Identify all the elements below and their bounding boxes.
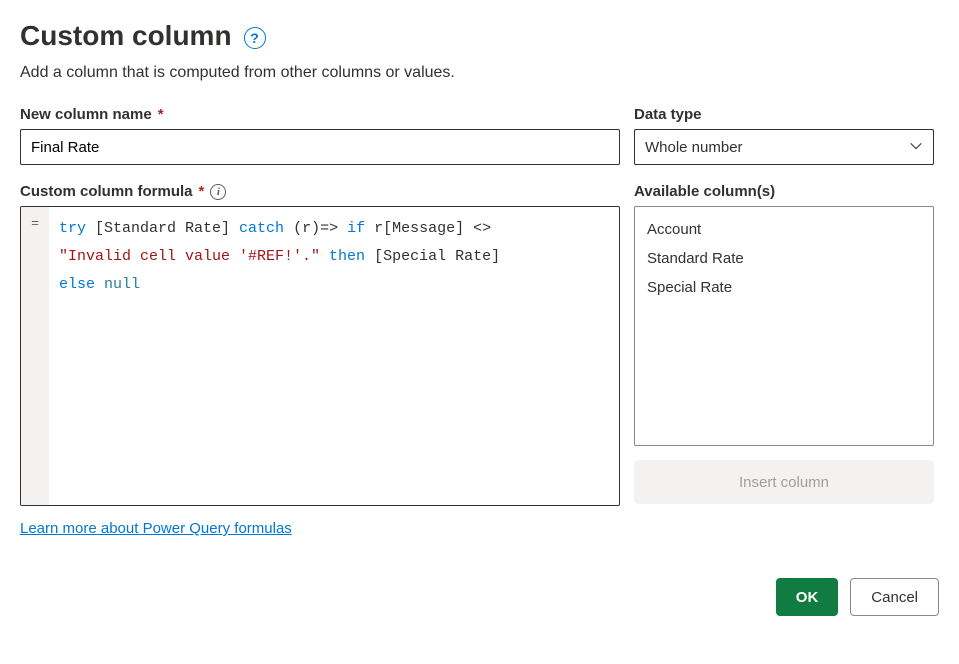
info-icon[interactable]: i — [210, 184, 226, 200]
cancel-button[interactable]: Cancel — [850, 578, 939, 616]
list-item[interactable]: Standard Rate — [635, 244, 933, 273]
required-asterisk: * — [199, 183, 205, 200]
column-name-input[interactable] — [20, 129, 620, 165]
help-icon[interactable]: ? — [244, 27, 266, 49]
ok-button[interactable]: OK — [776, 578, 839, 616]
insert-column-button: Insert column — [634, 460, 934, 504]
dialog-subtitle: Add a column that is computed from other… — [20, 64, 939, 82]
list-item[interactable]: Account — [635, 215, 933, 244]
data-type-select[interactable]: Whole number — [634, 129, 934, 165]
formula-label: Custom column formula — [20, 183, 193, 200]
dialog-title: Custom column — [20, 20, 232, 52]
available-columns-label: Available column(s) — [634, 183, 775, 200]
data-type-label: Data type — [634, 106, 702, 123]
data-type-value: Whole number — [645, 139, 743, 156]
chevron-down-icon — [909, 139, 923, 156]
available-columns-list: Account Standard Rate Special Rate — [634, 206, 934, 446]
required-asterisk: * — [158, 106, 164, 123]
formula-editor[interactable]: = try [Standard Rate] catch (r)=> if r[M… — [20, 206, 620, 506]
learn-more-link[interactable]: Learn more about Power Query formulas — [20, 520, 292, 537]
column-name-label: New column name — [20, 106, 152, 123]
list-item[interactable]: Special Rate — [635, 273, 933, 302]
formula-gutter: = — [21, 207, 49, 505]
formula-code[interactable]: try [Standard Rate] catch (r)=> if r[Mes… — [49, 207, 619, 505]
